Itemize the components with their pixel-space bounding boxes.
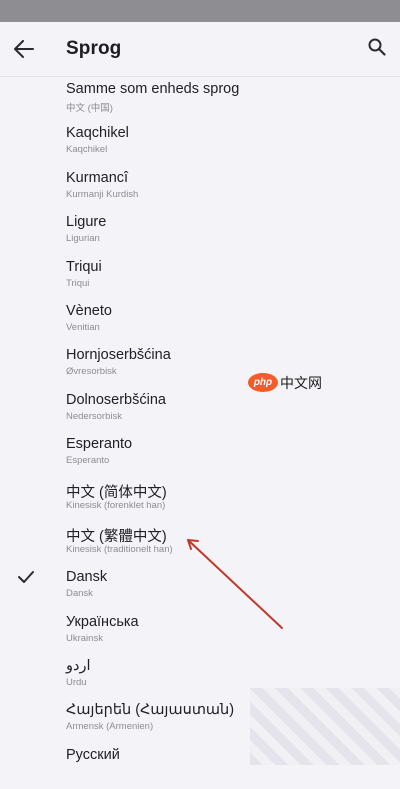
language-item[interactable]: Hornjoserbšćina Øvresorbisk <box>0 345 400 389</box>
language-subtitle: Nedersorbisk <box>66 410 122 422</box>
language-item[interactable]: Kurmancî Kurmanji Kurdish <box>0 168 400 212</box>
language-subtitle: 中文 (中国) <box>66 103 113 114</box>
language-name: Kaqchikel <box>66 125 129 142</box>
language-subtitle: Kinesisk (traditionelt han) <box>66 543 173 555</box>
language-subtitle: Esperanto <box>66 455 110 467</box>
watermark-text: 中文网 <box>280 375 322 391</box>
language-name: Հայերեն (Հայաստան) <box>66 702 235 719</box>
search-button[interactable] <box>364 34 392 62</box>
language-name: Dolnoserbšćina <box>66 391 166 408</box>
blurred-region <box>250 688 400 765</box>
language-name: 中文 (繁體中文) <box>66 528 167 545</box>
app-bar: Sprog <box>0 22 400 77</box>
search-icon <box>368 38 386 56</box>
language-subtitle: Kinesisk (forenklet han) <box>66 499 166 511</box>
language-item[interactable]: 中文 (繁體中文) Kinesisk (traditionelt han) <box>0 523 400 567</box>
language-name: 中文 (简体中文) <box>66 484 167 501</box>
language-item[interactable]: Dolnoserbšćina Nedersorbisk <box>0 390 400 434</box>
language-item[interactable]: Samme som enheds sprog 中文 (中国) <box>0 79 400 123</box>
arrow-back-icon <box>14 40 34 58</box>
language-item[interactable]: Kaqchikel Kaqchikel <box>0 123 400 167</box>
language-name: Українська <box>66 613 139 630</box>
language-item[interactable]: Esperanto Esperanto <box>0 434 400 478</box>
language-subtitle: Triqui <box>66 277 90 289</box>
language-name: Esperanto <box>66 436 133 453</box>
language-name: Русский <box>66 746 120 763</box>
language-item[interactable]: Українська Ukrainsk <box>0 612 400 656</box>
language-name: Ligure <box>66 214 107 231</box>
page-title: Sprog <box>66 38 122 59</box>
language-list: Samme som enheds sprog 中文 (中国) Kaqchikel Ka… <box>0 79 400 789</box>
language-subtitle: Dansk <box>66 588 93 600</box>
language-name: Kurmancî <box>66 169 129 186</box>
language-subtitle: Kaqchikel <box>66 144 108 156</box>
language-item[interactable]: Vèneto Venitian <box>0 301 400 345</box>
language-subtitle: Øvresorbisk <box>66 366 117 378</box>
language-subtitle: Kurmanji Kurdish <box>66 188 139 200</box>
language-name: Dansk <box>66 569 108 586</box>
back-button[interactable] <box>10 34 40 64</box>
language-item[interactable]: Ligure Ligurian <box>0 212 400 256</box>
language-subtitle: Urdu <box>66 677 87 689</box>
language-subtitle: Ukrainsk <box>66 632 103 644</box>
language-subtitle: Venitian <box>66 321 100 333</box>
check-icon <box>18 571 34 584</box>
language-item[interactable]: 中文 (简体中文) Kinesisk (forenklet han) <box>0 479 400 523</box>
watermark-logo: php <box>248 373 278 392</box>
language-name: اردو <box>66 658 91 675</box>
language-item[interactable]: Dansk Dansk <box>0 567 400 611</box>
language-item[interactable]: Triqui Triqui <box>0 257 400 301</box>
language-subtitle: Armensk (Armenien) <box>66 721 154 733</box>
status-bar <box>0 0 400 22</box>
language-name: Samme som enheds sprog <box>66 81 240 97</box>
language-subtitle: Ligurian <box>66 233 100 245</box>
language-name: Hornjoserbšćina <box>66 347 171 364</box>
language-name: Triqui <box>66 258 102 275</box>
watermark: php 中文网 <box>248 372 328 394</box>
language-name: Vèneto <box>66 302 112 319</box>
